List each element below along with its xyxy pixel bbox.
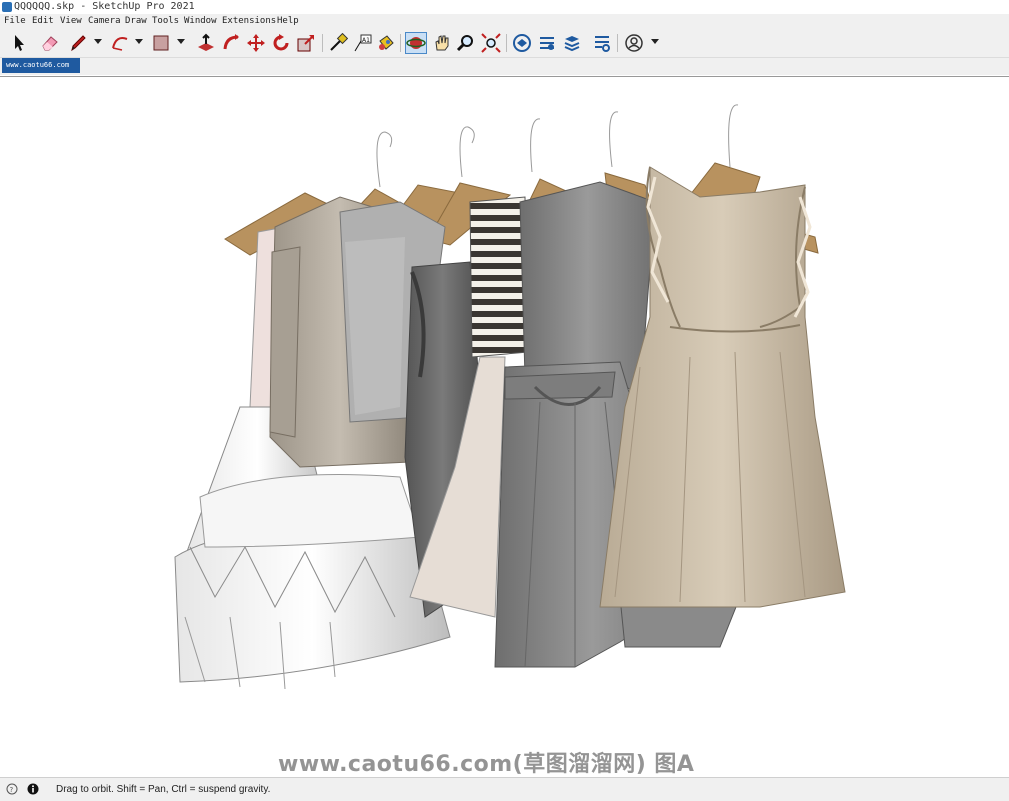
sketchup-app-icon (2, 2, 12, 12)
hanger-hooks (376, 104, 739, 188)
status-message: Drag to orbit. Shift = Pan, Ctrl = suspe… (56, 784, 271, 795)
rotate-icon[interactable] (271, 33, 291, 53)
svg-text:A1: A1 (362, 37, 370, 44)
toolbar-separator (506, 34, 507, 52)
main-toolbar: A1 (0, 29, 1009, 58)
status-bar: ? Drag to orbit. Shift = Pan, Ctrl = sus… (0, 777, 1009, 801)
follow-me-icon[interactable] (222, 33, 242, 53)
rectangle-dropdown-icon[interactable] (177, 39, 185, 44)
3d-warehouse-icon[interactable] (512, 33, 532, 53)
profile-dropdown-icon[interactable] (651, 39, 659, 44)
tape-measure-icon[interactable] (328, 33, 348, 53)
menu-camera[interactable]: Camera (88, 14, 121, 29)
pencil-dropdown-icon[interactable] (94, 39, 102, 44)
toolbar-separator (322, 34, 323, 52)
title-bar: QQQQQQ.skp - SketchUp Pro 2021 (0, 0, 1009, 14)
move-icon[interactable] (246, 33, 266, 53)
clothes-rack-model (174, 104, 846, 690)
menu-tools[interactable]: Tools (152, 14, 179, 29)
scene-tab[interactable]: www.caotu66.com (2, 58, 80, 73)
geo-location-icon[interactable]: ? (6, 783, 18, 795)
zoom-extents-icon[interactable] (481, 33, 501, 53)
eraser-icon[interactable] (40, 33, 60, 53)
select-icon[interactable] (9, 33, 29, 53)
toolbar-separator (400, 34, 401, 52)
extension-warehouse-icon[interactable] (537, 33, 557, 53)
pan-icon[interactable] (432, 33, 452, 53)
paint-bucket-icon[interactable] (376, 33, 396, 53)
arc-icon[interactable] (110, 33, 130, 53)
info-icon[interactable] (27, 783, 39, 795)
menu-help[interactable]: Help (277, 14, 299, 29)
pencil-icon[interactable] (68, 33, 88, 53)
menu-edit[interactable]: Edit (32, 14, 54, 29)
drawing-viewport[interactable]: www.caotu66.com(草图溜溜网) 图A (0, 76, 1009, 778)
menu-file[interactable]: File (4, 14, 26, 29)
arc-dropdown-icon[interactable] (135, 39, 143, 44)
scale-icon[interactable] (296, 33, 316, 53)
profile-icon[interactable] (624, 33, 644, 53)
menu-draw[interactable]: Draw (125, 14, 147, 29)
watermark-text: www.caotu66.com(草图溜溜网) 图A (278, 752, 695, 777)
text-icon[interactable]: A1 (352, 33, 372, 53)
zoom-icon[interactable] (456, 33, 476, 53)
menu-view[interactable]: View (60, 14, 82, 29)
rectangle-icon[interactable] (151, 33, 171, 53)
menu-extensions[interactable]: Extensions (222, 14, 276, 29)
toolbar-separator (617, 34, 618, 52)
extension-manager-icon[interactable] (592, 33, 612, 53)
menu-window[interactable]: Window (184, 14, 217, 29)
orbit-icon[interactable] (405, 32, 427, 54)
layout-icon[interactable] (562, 33, 582, 53)
menu-bar: File Edit View Camera Draw Tools Window … (0, 14, 1009, 29)
window-title: QQQQQQ.skp - SketchUp Pro 2021 (14, 1, 195, 12)
svg-text:?: ? (10, 786, 14, 794)
push-pull-icon[interactable] (196, 33, 216, 53)
scene-tab-row: www.caotu66.com (0, 58, 1009, 75)
